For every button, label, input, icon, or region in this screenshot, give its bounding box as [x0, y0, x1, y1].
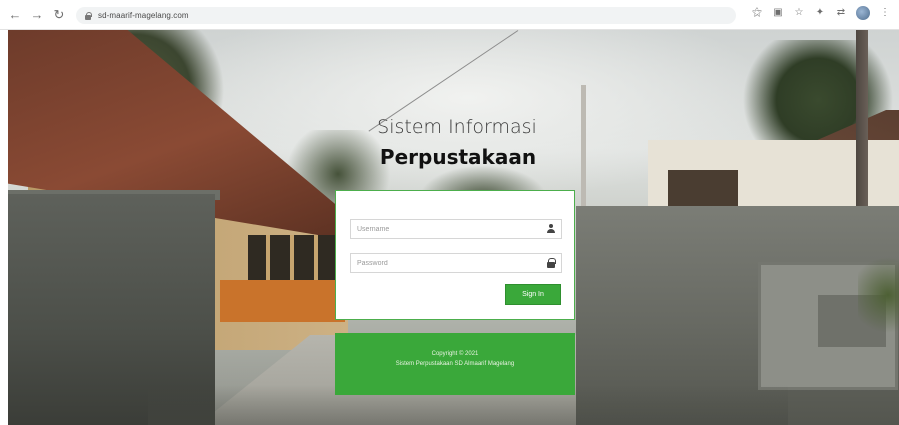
footer-box: Copyright © 2021 Sistem Perpustakaan SD …: [335, 333, 575, 395]
username-input[interactable]: [351, 220, 537, 238]
menu-dots-icon[interactable]: ⋮: [879, 6, 891, 20]
puzzle-icon[interactable]: ✦: [814, 6, 826, 20]
utility-pole: [856, 30, 868, 230]
back-arrow-icon[interactable]: ←: [6, 6, 24, 24]
building-base: [220, 280, 345, 322]
organization-text: Sistem Perpustakaan SD Almaarif Magelang: [395, 361, 515, 367]
key-icon[interactable]: ⚝: [751, 6, 763, 20]
lock-icon[interactable]: [84, 11, 92, 20]
login-title: Sistem Informasi: [377, 116, 537, 138]
reload-icon[interactable]: ↻: [50, 6, 68, 24]
lock-icon: [546, 258, 556, 268]
username-field[interactable]: [350, 219, 562, 239]
browser-extension-icons: ⚝ ▣ ☆ ✦ ⇄ ⋮: [751, 6, 891, 20]
star-icon[interactable]: ☆: [793, 6, 805, 20]
forward-arrow-icon[interactable]: →: [28, 6, 46, 24]
login-subtitle: Perpustakaan: [379, 145, 537, 169]
login-form-card: Sign In: [335, 190, 575, 320]
address-bar[interactable]: sd-maarif-magelang.com: [76, 7, 736, 24]
sign-in-button[interactable]: Sign In: [505, 284, 561, 305]
sync-icon[interactable]: ⇄: [835, 6, 847, 20]
copyright-text: Copyright © 2021: [431, 351, 479, 357]
bush: [858, 250, 899, 340]
cast-icon[interactable]: ▣: [772, 6, 784, 20]
browser-toolbar: ← → ↻ sd-maarif-magelang.com ⚝ ▣ ☆ ✦ ⇄ ⋮: [0, 0, 899, 30]
password-field[interactable]: [350, 253, 562, 273]
user-icon: [546, 224, 556, 234]
profile-avatar-icon[interactable]: [856, 6, 870, 20]
password-input[interactable]: [351, 254, 537, 272]
url-text[interactable]: sd-maarif-magelang.com: [98, 11, 189, 20]
